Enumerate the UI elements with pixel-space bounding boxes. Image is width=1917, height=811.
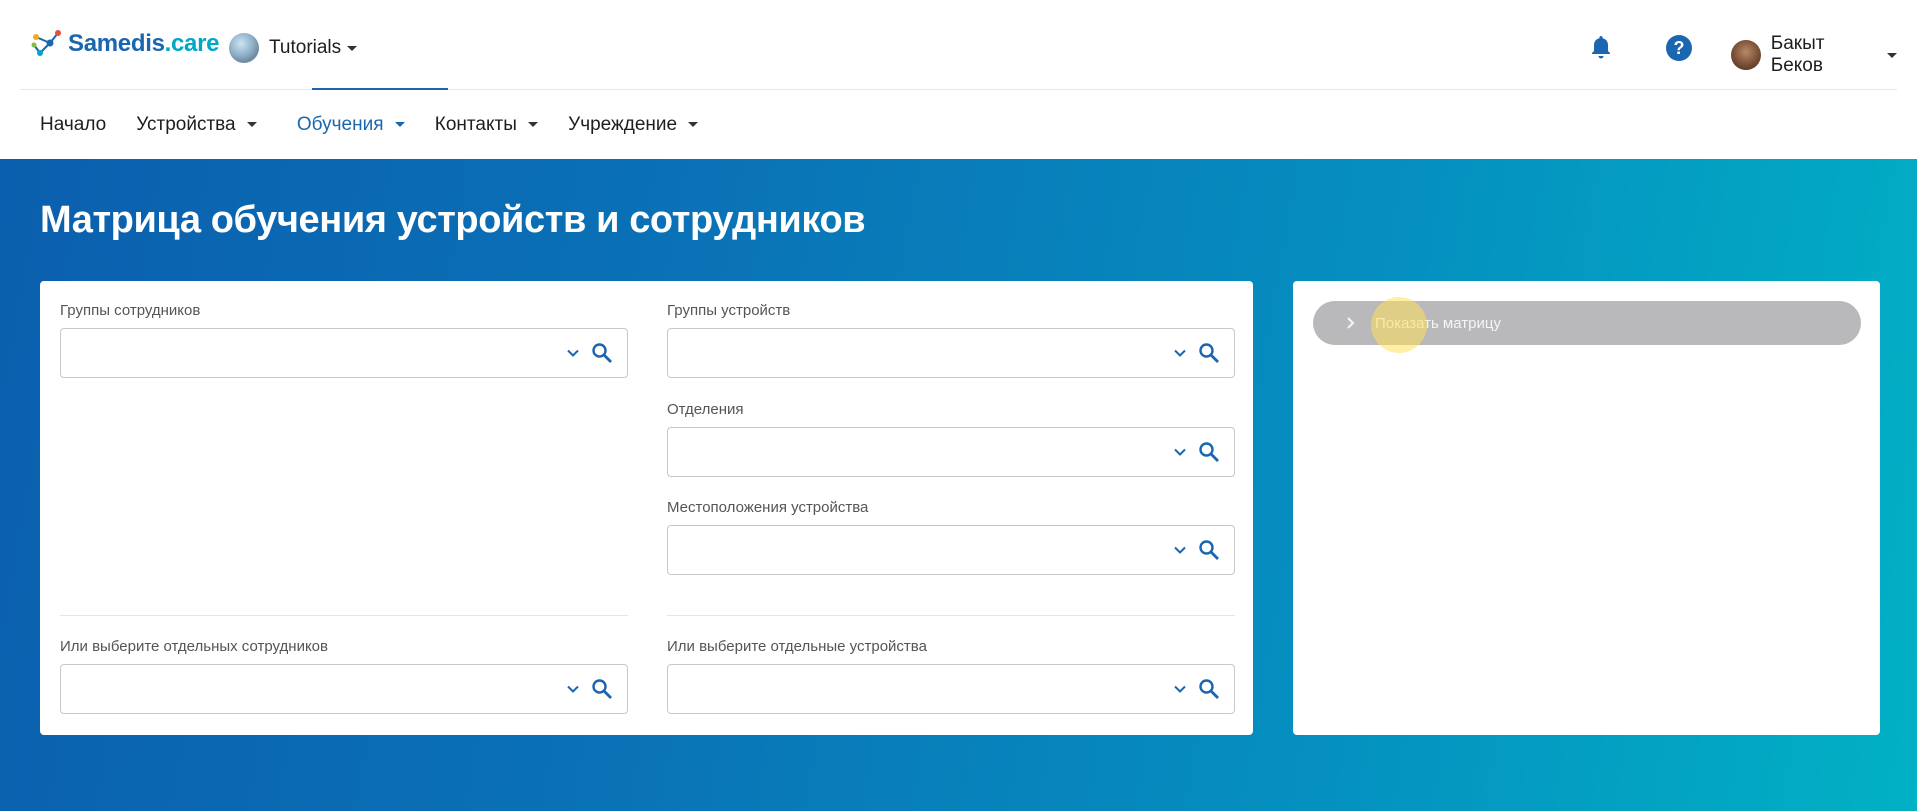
- field-label: Местоположения устройства: [667, 499, 869, 516]
- search-icon[interactable]: [1198, 539, 1220, 561]
- filter-card: Группы сотрудников Группы устройств Отде…: [40, 281, 1253, 735]
- logo-text-suffix: .care: [164, 30, 220, 57]
- device-groups-field: Группы устройств: [667, 302, 1235, 378]
- chevron-down-icon[interactable]: [1172, 681, 1188, 697]
- chevron-down-icon[interactable]: [1172, 345, 1188, 361]
- field-label: Группы устройств: [667, 302, 791, 319]
- search-icon[interactable]: [591, 342, 613, 364]
- nav-item-contacts[interactable]: Контакты: [434, 114, 539, 136]
- page-title: Матрица обучения устройств и сотрудников: [40, 199, 866, 241]
- caret-down-icon: [347, 45, 358, 51]
- departments-field: Отделения: [667, 401, 1235, 477]
- field-label: Или выберите отдельных сотрудников: [60, 638, 328, 655]
- caret-down-icon: [528, 122, 539, 128]
- chevron-down-icon[interactable]: [1172, 542, 1188, 558]
- action-card: Показать матрицу: [1293, 281, 1880, 735]
- field-label: Или выберите отдельные устройства: [667, 638, 927, 655]
- caret-down-icon: [246, 122, 257, 128]
- divider: [60, 615, 628, 616]
- chevron-down-icon[interactable]: [1172, 444, 1188, 460]
- chevron-down-icon[interactable]: [565, 681, 581, 697]
- tenant-switcher[interactable]: Tutorials: [229, 33, 358, 63]
- caret-down-icon: [394, 122, 405, 128]
- nav-item-home[interactable]: Начало: [40, 114, 106, 136]
- top-header: Samedis.care Tutorials ? Бакыт Беков: [20, 0, 1897, 90]
- employee-groups-field: Группы сотрудников: [60, 302, 628, 378]
- chevron-right-icon: [1347, 317, 1355, 329]
- device-locations-input[interactable]: [667, 525, 1235, 575]
- individual-employees-input[interactable]: [60, 664, 628, 714]
- logo-icon: [31, 30, 61, 56]
- show-matrix-label: Показать матрицу: [1375, 314, 1501, 332]
- individual-employees-field: Или выберите отдельных сотрудников: [60, 638, 628, 714]
- nav-item-trainings[interactable]: Обучения: [297, 114, 405, 136]
- nav-item-label: Устройства: [136, 114, 236, 135]
- divider: [667, 615, 1235, 616]
- individual-devices-field: Или выберите отдельные устройства: [667, 638, 1235, 714]
- device-groups-input[interactable]: [667, 328, 1235, 378]
- device-locations-field: Местоположения устройства: [667, 499, 1235, 575]
- nav-item-label: Обучения: [296, 114, 384, 135]
- search-icon[interactable]: [1198, 441, 1220, 463]
- nav-item-label: Начало: [40, 114, 107, 135]
- hero-section: Матрица обучения устройств и сотрудников…: [0, 159, 1917, 811]
- main-nav: Начало Устройства Обучения Контакты Учре…: [40, 110, 728, 140]
- search-icon[interactable]: [1198, 678, 1220, 700]
- chevron-down-icon[interactable]: [565, 345, 581, 361]
- app-logo[interactable]: Samedis.care: [30, 29, 219, 59]
- caret-down-icon: [1887, 52, 1897, 58]
- user-avatar: [1731, 40, 1761, 70]
- tenant-label: Tutorials: [269, 37, 342, 58]
- user-menu[interactable]: Бакыт Беков: [1731, 33, 1897, 77]
- field-label: Группы сотрудников: [60, 302, 201, 319]
- tenant-avatar: [229, 33, 259, 63]
- individual-devices-input[interactable]: [667, 664, 1235, 714]
- bell-icon[interactable]: [1589, 34, 1613, 60]
- help-icon[interactable]: ?: [1666, 35, 1692, 61]
- nav-item-facility[interactable]: Учреждение: [568, 114, 699, 136]
- user-name: Бакыт Беков: [1770, 33, 1825, 76]
- tenant-underline: [312, 88, 448, 90]
- employee-groups-input[interactable]: [60, 328, 628, 378]
- nav-item-label: Учреждение: [568, 114, 678, 135]
- field-label: Отделения: [667, 401, 744, 418]
- search-icon[interactable]: [591, 678, 613, 700]
- search-icon[interactable]: [1198, 342, 1220, 364]
- nav-item-label: Контакты: [434, 114, 517, 135]
- logo-text: Samedis.care: [68, 30, 219, 58]
- nav-item-devices[interactable]: Устройства: [136, 114, 257, 136]
- logo-text-main: Samedis: [68, 30, 165, 57]
- departments-input[interactable]: [667, 427, 1235, 477]
- show-matrix-button[interactable]: Показать матрицу: [1313, 301, 1861, 345]
- caret-down-icon: [688, 122, 699, 128]
